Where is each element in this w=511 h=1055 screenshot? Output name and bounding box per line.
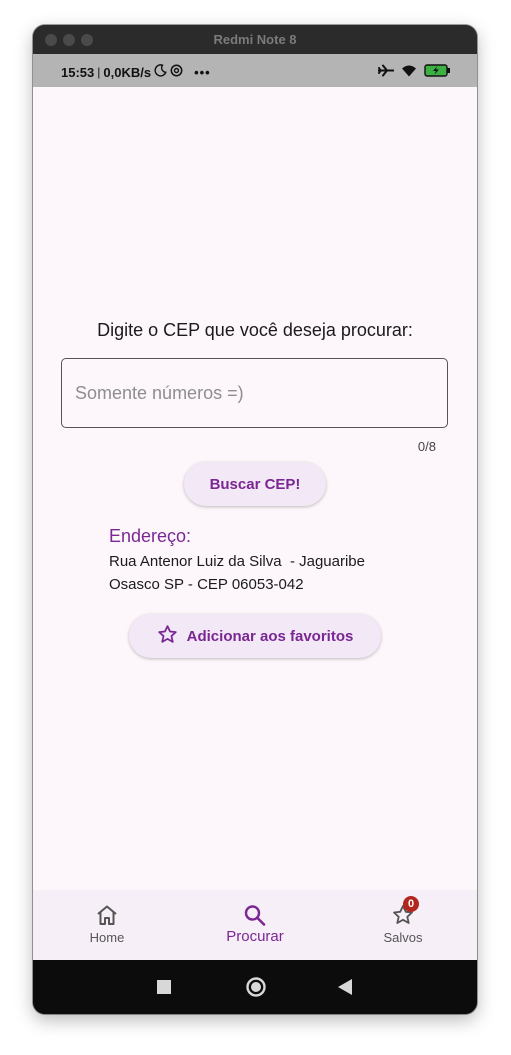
recents-button[interactable]	[157, 980, 171, 999]
nav-label-home: Home	[89, 930, 125, 945]
nav-item-salvos[interactable]: 0 Salvos	[329, 890, 477, 960]
status-left: 15:53 | 0,0KB/s •••	[61, 64, 211, 80]
star-icon: 0	[391, 896, 419, 926]
status-bar: 15:53 | 0,0KB/s •••	[33, 54, 477, 87]
window-title: Redmi Note 8	[213, 32, 297, 47]
saved-count-badge: 0	[403, 896, 419, 912]
nav-item-home[interactable]: Home	[33, 890, 181, 960]
battery-icon	[424, 64, 451, 82]
search-icon	[243, 904, 267, 926]
search-cep-button[interactable]: Buscar CEP!	[184, 462, 326, 506]
moon-icon	[154, 64, 167, 80]
status-time: 15:53	[61, 64, 95, 80]
status-net-speed: 0,0KB/s	[103, 64, 152, 80]
add-favorite-button[interactable]: Adicionar aos favoritos	[129, 614, 381, 658]
char-counter: 0/8	[417, 439, 436, 454]
status-right	[377, 64, 451, 82]
nav-label-procurar: Procurar	[226, 928, 284, 945]
wifi-icon	[401, 64, 417, 82]
search-cep-label: Buscar CEP!	[209, 475, 301, 493]
window-titlebar: Redmi Note 8	[33, 25, 477, 54]
system-navigation-bar	[33, 960, 477, 1014]
address-heading: Endereço:	[109, 526, 192, 546]
star-outline-icon	[157, 624, 178, 649]
home-system-button[interactable]	[245, 976, 267, 1003]
address-line-street: Rua Antenor Luiz da Silva - Jaguaribe	[109, 553, 365, 570]
nav-label-salvos: Salvos	[383, 930, 423, 945]
back-button[interactable]	[338, 979, 352, 1000]
airplane-icon	[377, 64, 395, 82]
app-screen: Digite o CEP que você deseja procurar: 0…	[33, 87, 477, 960]
emulator-window: Redmi Note 8 15:53 | 0,0KB/s ••• Digite …	[33, 25, 477, 1014]
add-favorite-label: Adicionar aos favoritos	[186, 627, 354, 645]
bottom-navigation: Home Procurar 0 Salvos	[33, 890, 477, 960]
at-sign-icon	[170, 64, 183, 80]
address-line-city: Osasco SP - CEP 06053-042	[109, 576, 304, 593]
nav-item-procurar[interactable]: Procurar	[181, 890, 329, 960]
cep-input[interactable]	[61, 358, 448, 428]
home-icon	[95, 904, 119, 926]
more-status-icon: •••	[194, 64, 211, 80]
status-separator: |	[97, 65, 101, 79]
cep-prompt: Digite o CEP que você deseja procurar:	[97, 320, 413, 340]
